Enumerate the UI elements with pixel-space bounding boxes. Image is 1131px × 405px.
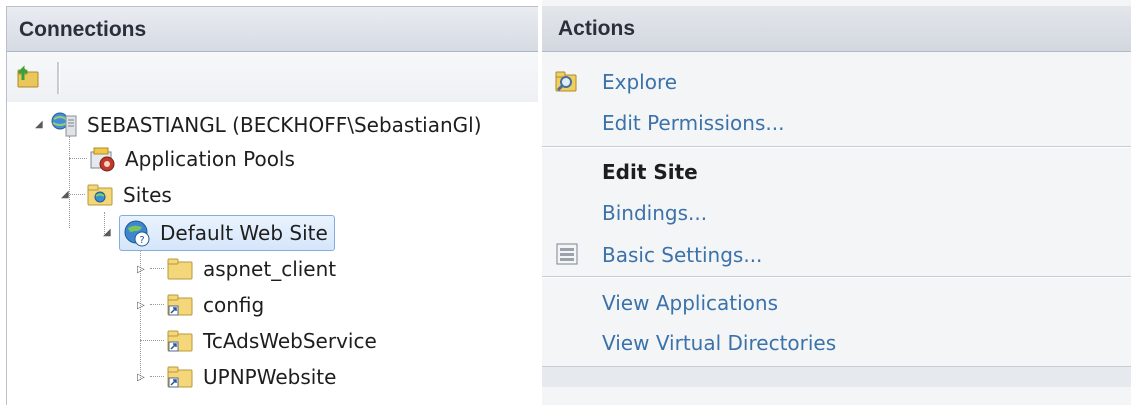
connections-toolbar	[6, 52, 538, 102]
sites-expander-icon[interactable]: ◢	[61, 190, 71, 200]
tree-node-tcadswebservice[interactable]: TcAdsWebService	[165, 324, 377, 358]
tree-node-aspnet-client[interactable]: aspnet_client	[165, 252, 336, 286]
config-label: config	[203, 293, 265, 317]
aspnet-client-label: aspnet_client	[203, 257, 337, 281]
server-expander-icon[interactable]: ◢	[35, 120, 45, 130]
basic-settings-link[interactable]: Basic Settings...	[602, 243, 762, 267]
tree-node-config[interactable]: config	[165, 288, 264, 322]
actions-pane: Actions Explore Edit Permissions... Edit…	[542, 0, 1131, 405]
application-pools-icon	[87, 144, 117, 174]
create-connection-icon[interactable]	[15, 64, 41, 90]
virtual-directory-icon	[165, 290, 195, 320]
view-virtual-directories-link[interactable]: View Virtual Directories	[602, 331, 836, 355]
config-expander-icon[interactable]: ▷	[137, 301, 147, 311]
folder-icon	[165, 254, 195, 284]
connections-pane: Connections ◢ SEBASTIANGL (BECKHOFF\Seba…	[0, 0, 538, 405]
aspnet-client-expander-icon[interactable]: ▷	[137, 265, 147, 275]
tree-node-upnpwebsite[interactable]: UPNPWebsite	[165, 360, 336, 394]
sites-folder-icon	[85, 180, 115, 210]
default-web-site-label: Default Web Site	[160, 221, 328, 245]
connections-tree: ◢ SEBASTIANGL (BECKHOFF\SebastianGl) App…	[6, 102, 538, 405]
application-pools-label: Application Pools	[125, 147, 295, 171]
tree-node-application-pools[interactable]: Application Pools	[87, 142, 295, 176]
explore-link[interactable]: Explore	[602, 70, 677, 94]
connections-title: Connections	[19, 18, 147, 41]
default-site-expander-icon[interactable]: ◢	[103, 228, 113, 238]
basic-settings-icon	[554, 241, 580, 267]
tcadswebservice-label: TcAdsWebService	[203, 329, 377, 353]
server-icon	[49, 110, 79, 140]
toolbar-separator	[57, 62, 60, 94]
explore-icon	[554, 68, 580, 94]
virtual-directory-icon	[165, 362, 195, 392]
edit-site-heading: Edit Site	[602, 160, 698, 184]
server-label: SEBASTIANGL (BECKHOFF\SebastianGl)	[87, 113, 482, 137]
actions-title: Actions	[558, 17, 636, 40]
sites-label: Sites	[123, 183, 172, 207]
svg-text:?: ?	[139, 235, 144, 246]
view-applications-link[interactable]: View Applications	[602, 291, 778, 315]
tree-node-sites[interactable]: Sites	[85, 178, 172, 212]
edit-permissions-link[interactable]: Edit Permissions...	[602, 111, 784, 135]
bindings-link[interactable]: Bindings...	[602, 201, 707, 225]
website-globe-icon: ?	[122, 218, 152, 248]
actions-header: Actions	[542, 6, 1131, 52]
upnpwebsite-expander-icon[interactable]: ▷	[137, 373, 147, 383]
virtual-directory-icon	[165, 326, 195, 356]
actions-separator	[542, 276, 1131, 278]
upnpwebsite-label: UPNPWebsite	[203, 365, 337, 389]
actions-bottom-section	[542, 366, 1131, 387]
tree-node-default-web-site[interactable]: ? Default Web Site	[119, 215, 335, 251]
connections-header: Connections	[6, 6, 538, 52]
actions-separator	[542, 146, 1131, 148]
tree-node-server[interactable]: SEBASTIANGL (BECKHOFF\SebastianGl)	[49, 108, 482, 142]
